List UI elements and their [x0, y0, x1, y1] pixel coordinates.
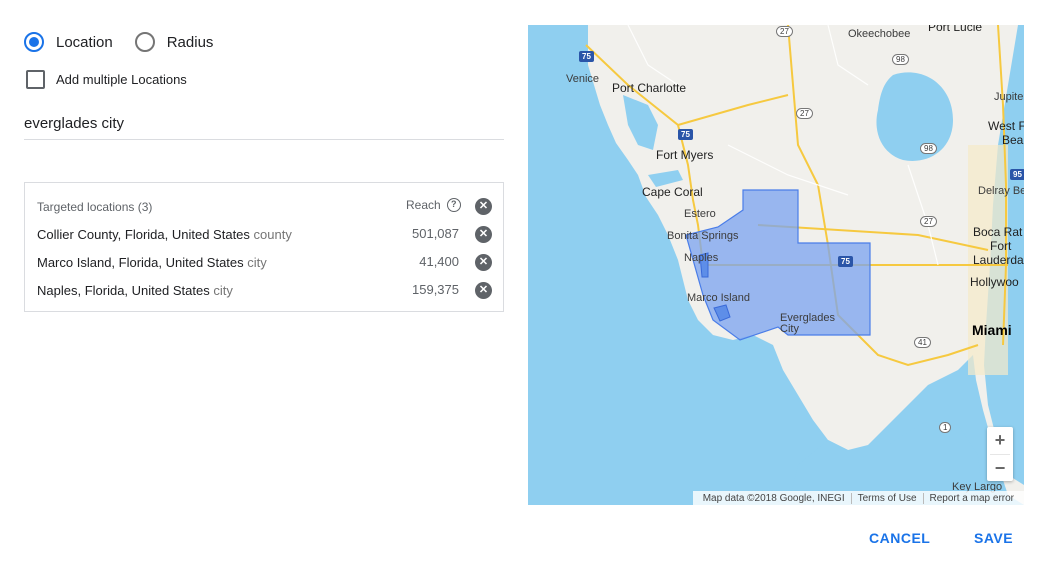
- interstate-shield-icon: 75: [838, 256, 853, 267]
- radius-radio[interactable]: Radius: [134, 32, 214, 52]
- map-label-everglades-city: City: [780, 323, 799, 335]
- location-row: Marco Island, Florida, United States cit…: [37, 255, 267, 270]
- help-icon[interactable]: ?: [446, 198, 461, 212]
- location-name: Marco Island, Florida, United States: [37, 255, 244, 270]
- location-name: Collier County, Florida, United States: [37, 227, 250, 242]
- map-label-beach: Bea: [1002, 133, 1024, 147]
- map-label-okeechobee: Okeechobee: [848, 28, 911, 40]
- remove-location-icon[interactable]: ✕: [475, 226, 492, 243]
- location-dialog: Location Radius Add multiple Locations T…: [0, 0, 1046, 566]
- map-view[interactable]: Venice Port Charlotte Okeechobee Port Lu…: [528, 25, 1024, 505]
- interstate-shield-icon: 95: [1010, 169, 1024, 180]
- map-label-estero: Estero: [684, 208, 716, 220]
- zoom-out-button[interactable]: −: [987, 455, 1013, 482]
- map-label-venice: Venice: [566, 73, 600, 85]
- us-route-shield-icon: 98: [892, 54, 909, 65]
- map-label-fort: Fort: [990, 239, 1012, 253]
- checkbox-box[interactable]: [26, 70, 45, 89]
- map-label-hollywood: Hollywoo: [970, 275, 1019, 289]
- interstate-shield-icon: 75: [579, 51, 594, 62]
- location-kind: county: [253, 227, 292, 242]
- targeted-locations-panel: Targeted locations (3) Reach ? ✕ Collier…: [24, 182, 504, 312]
- remove-location-icon[interactable]: ✕: [475, 254, 492, 271]
- save-button[interactable]: SAVE: [974, 530, 1013, 546]
- location-radio-label: Location: [56, 33, 113, 51]
- remove-location-icon[interactable]: ✕: [475, 282, 492, 299]
- location-row: Collier County, Florida, United States c…: [37, 227, 292, 242]
- map-label-west-palm: West F: [988, 119, 1024, 133]
- reach-label: Reach: [406, 198, 441, 212]
- terms-of-use-link[interactable]: Terms of Use: [850, 492, 923, 504]
- map-label-miami: Miami: [972, 322, 1012, 338]
- location-name: Naples, Florida, United States: [37, 283, 210, 298]
- map-canvas: [585, 25, 1024, 505]
- map-data-credit: Map data ©2018 Google, INEGI: [702, 492, 845, 504]
- reach-value: 41,400: [419, 254, 459, 269]
- us-route-shield-icon: 27: [796, 108, 813, 119]
- map-label-boca: Boca Rat: [973, 225, 1023, 239]
- targeting-mode-group: Location Radius: [24, 32, 235, 52]
- location-row: Naples, Florida, United States city: [37, 283, 233, 298]
- location-search-input[interactable]: [24, 108, 504, 140]
- us-route-shield-icon: 41: [914, 337, 931, 348]
- radius-radio-label: Radius: [166, 33, 214, 51]
- targeted-locations-header: Targeted locations (3): [37, 200, 153, 214]
- map-label-naples: Naples: [684, 252, 719, 264]
- zoom-in-button[interactable]: +: [987, 427, 1013, 454]
- cancel-button[interactable]: CANCEL: [869, 530, 930, 546]
- map-label-marco-island: Marco Island: [687, 292, 750, 304]
- report-map-error-link[interactable]: Report a map error: [922, 492, 1020, 504]
- location-kind: city: [247, 255, 267, 270]
- map-label-lauderdale: Lauderda: [973, 253, 1024, 267]
- reach-header: Reach ?: [406, 198, 461, 212]
- map-label-port-lucie: Port Lucie: [928, 25, 983, 34]
- reach-value: 501,087: [412, 226, 459, 241]
- map-label-jupiter: Jupite: [994, 91, 1024, 103]
- location-radio[interactable]: Location: [24, 32, 113, 52]
- map-label-fort-myers: Fort Myers: [656, 148, 714, 162]
- reach-value: 159,375: [412, 282, 459, 297]
- multiple-locations-checkbox[interactable]: Add multiple Locations: [26, 70, 187, 89]
- interstate-shield-icon: 75: [678, 129, 693, 140]
- multiple-locations-label: Add multiple Locations: [56, 72, 187, 87]
- zoom-control: + −: [987, 427, 1013, 481]
- map-label-delray: Delray Be: [978, 185, 1024, 197]
- radius-radio-button[interactable]: [134, 32, 155, 52]
- location-radio-button[interactable]: [24, 32, 44, 52]
- map-label-port-charlotte: Port Charlotte: [612, 81, 687, 95]
- map-label-cape-coral: Cape Coral: [642, 185, 703, 199]
- us-route-shield-icon: 27: [776, 26, 793, 37]
- us-route-shield-icon: 98: [920, 143, 937, 154]
- map-label-bonita-springs: Bonita Springs: [667, 230, 739, 242]
- map-attribution: Map data ©2018 Google, INEGI Terms of Us…: [692, 491, 1024, 505]
- remove-all-icon[interactable]: ✕: [475, 198, 492, 215]
- us-route-shield-icon: 27: [920, 216, 937, 227]
- location-kind: city: [213, 283, 233, 298]
